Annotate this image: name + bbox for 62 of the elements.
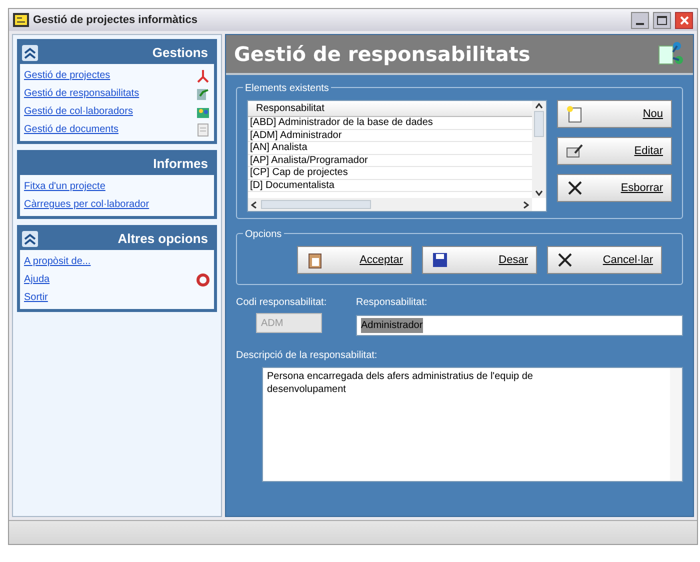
minimize-icon [636, 22, 644, 24]
section-title: Gestions [152, 44, 209, 62]
scroll-thumb[interactable] [534, 111, 544, 137]
description-field[interactable]: Persona encarregada dels afers administratius de l'equip de desenvolupament [262, 367, 683, 482]
maximize-button[interactable] [653, 12, 671, 28]
group-label: Opcions [243, 227, 284, 242]
field-label: Codi responsabilitat: [236, 296, 328, 310]
toolbar-button[interactable]: Cancel·lar [547, 246, 662, 274]
list-row[interactable]: [ADM] Administrador [248, 130, 532, 142]
vertical-scrollbar[interactable] [670, 368, 682, 481]
cross-icon [556, 251, 574, 269]
field-value: Administrador [361, 318, 423, 333]
toolbar-button[interactable]: Nou [557, 100, 672, 128]
close-icon [680, 16, 688, 24]
clipboard-icon [306, 251, 324, 269]
sidebar-link[interactable]: A propòsit de... [24, 254, 91, 269]
list-row[interactable]: [D] Documentalista [248, 180, 532, 192]
sidebar-link[interactable]: Càrregues per col·laborador [24, 197, 150, 212]
sidebar-link[interactable]: Gestió de responsabilitats [24, 86, 140, 101]
section-title: Altres opcions [118, 230, 209, 248]
sidebar-link[interactable]: Ajuda [24, 272, 50, 287]
field-label: Descripció de la responsabilitat: [236, 349, 378, 363]
column-header[interactable]: Responsabilitat [248, 101, 532, 117]
vertical-scrollbar[interactable] [532, 101, 546, 198]
list-row[interactable]: [AP] Analista/Programador [248, 154, 532, 167]
toolbar-button[interactable]: Esborrar [557, 174, 672, 202]
list-row[interactable]: [AN] Analista [248, 142, 532, 154]
maximize-icon [657, 16, 667, 24]
section-title: Informes [153, 155, 209, 174]
list-row[interactable]: [ABD] Administrador de la base de dades [248, 117, 532, 130]
toolbar-button[interactable]: Acceptar [297, 246, 412, 274]
cross-icon [566, 179, 584, 197]
collapse-icon[interactable] [22, 231, 38, 247]
close-button[interactable] [675, 12, 693, 28]
scroll-thumb[interactable] [261, 200, 371, 209]
horizontal-scrollbar[interactable] [248, 198, 532, 211]
scroll-down-icon [535, 190, 543, 196]
list-row[interactable]: [CP] Cap de projectes [248, 167, 532, 180]
app-icon [13, 13, 29, 27]
sidebar-link[interactable]: Fitxa d'un projecte [24, 179, 106, 194]
save-icon [431, 251, 449, 269]
scroll-left-icon [251, 200, 257, 208]
toolbar-button[interactable]: Desar [422, 246, 537, 274]
new-document-icon [566, 105, 584, 123]
field-label: Responsabilitat: [356, 296, 428, 310]
sidebar-link[interactable]: Gestió de documents [24, 122, 118, 137]
minimize-button[interactable] [631, 12, 649, 28]
chart-icon [196, 86, 210, 100]
page-icon [196, 122, 210, 136]
collapse-icon[interactable] [22, 45, 38, 61]
description-text: Persona encarregada dels afers administratius de l'equip de desenvolupament [266, 370, 534, 397]
scroll-right-icon [523, 200, 529, 208]
sidebar-link[interactable]: Gestió de projectes [24, 68, 110, 83]
window-title: Gestió de projectes informàtics [33, 12, 198, 28]
responsibility-field[interactable]: Administrador [356, 315, 683, 336]
lifebuoy-icon [196, 272, 210, 286]
sidebar-link[interactable]: Sortir [24, 290, 48, 305]
scroll-up-icon [535, 103, 543, 109]
sidebar-link[interactable]: Gestió de col·laboradors [24, 104, 133, 119]
edit-icon [566, 142, 584, 160]
toolbar-button[interactable]: Editar [557, 137, 672, 165]
page-title: Gestió de responsabilitats [234, 41, 530, 68]
